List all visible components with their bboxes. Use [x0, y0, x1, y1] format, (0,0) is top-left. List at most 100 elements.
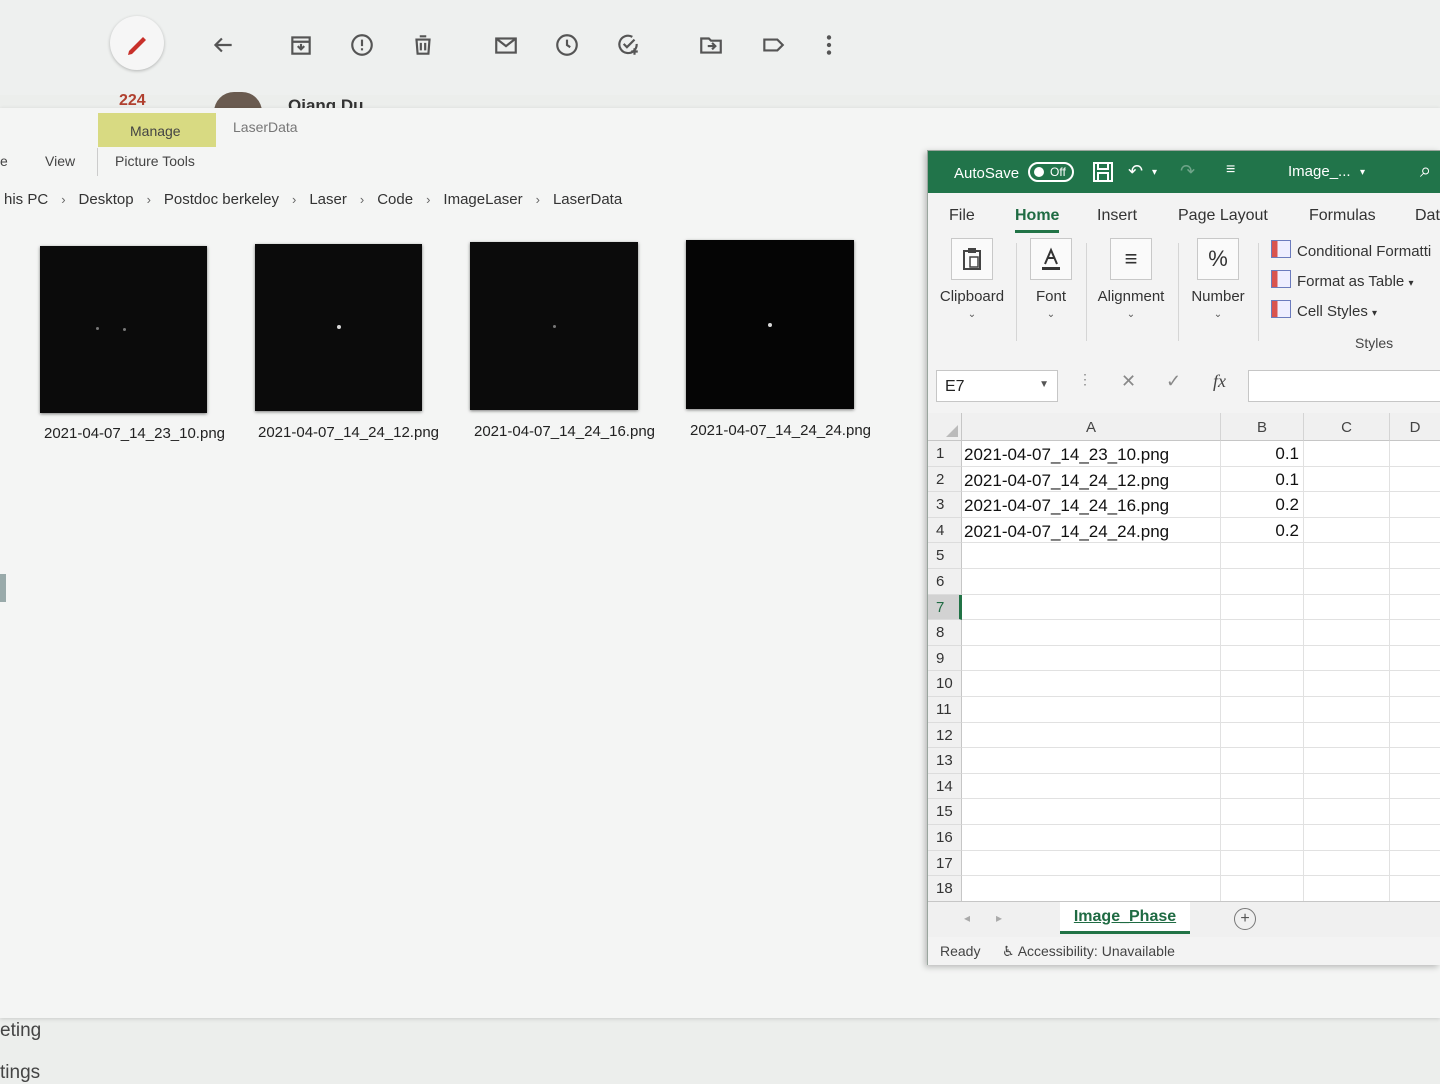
row-header[interactable]: 2: [928, 466, 962, 493]
cell-b[interactable]: [1221, 645, 1304, 672]
cell-d[interactable]: [1390, 825, 1440, 851]
file-name[interactable]: 2021-04-07_14_24_12.png: [258, 424, 439, 441]
label-icon[interactable]: [758, 30, 788, 60]
cell-c[interactable]: [1304, 799, 1390, 825]
cell-a[interactable]: [962, 722, 1221, 749]
cell-a[interactable]: 2021-04-07_14_24_24.png: [962, 517, 1221, 544]
row-header[interactable]: 8: [928, 620, 962, 646]
cell-c[interactable]: [1304, 594, 1390, 621]
archive-icon[interactable]: [286, 30, 316, 60]
clipboard-group[interactable]: Clipboard ⌄: [937, 238, 1007, 320]
formula-input[interactable]: [1248, 370, 1440, 402]
snooze-clock-icon[interactable]: [552, 30, 582, 60]
tab-insert[interactable]: Insert: [1097, 207, 1137, 225]
row-header[interactable]: 7: [928, 594, 962, 621]
cell-a[interactable]: [962, 850, 1221, 877]
cell-a[interactable]: [962, 773, 1221, 800]
cell-b[interactable]: [1221, 748, 1304, 774]
row-header[interactable]: 17: [928, 850, 962, 877]
move-to-folder-icon[interactable]: [696, 30, 726, 60]
cell-a[interactable]: [962, 569, 1221, 595]
save-icon[interactable]: [1092, 161, 1114, 188]
file-name[interactable]: 2021-04-07_14_23_10.png: [44, 425, 225, 442]
cell-a[interactable]: [962, 825, 1221, 851]
cell-d[interactable]: [1390, 441, 1440, 467]
row-header[interactable]: 5: [928, 543, 962, 569]
cell-d[interactable]: [1390, 876, 1440, 901]
image-thumbnail[interactable]: [40, 246, 207, 413]
cell-b[interactable]: [1221, 876, 1304, 901]
row-header[interactable]: 4: [928, 517, 962, 544]
conditional-formatting-button[interactable]: Conditional Formatti: [1271, 240, 1431, 260]
autosave-toggle[interactable]: Off: [1028, 162, 1074, 182]
cell-d[interactable]: [1390, 697, 1440, 723]
breadcrumb-this-pc[interactable]: his PC: [0, 191, 52, 208]
cell-d[interactable]: [1390, 518, 1440, 544]
cell-a[interactable]: [962, 645, 1221, 672]
cell-c[interactable]: [1304, 748, 1390, 774]
breadcrumb-laserdata[interactable]: LaserData: [549, 191, 626, 208]
cell-d[interactable]: [1390, 851, 1440, 877]
cancel-icon[interactable]: ✕: [1121, 371, 1136, 392]
add-task-icon[interactable]: [613, 30, 643, 60]
accessibility-status[interactable]: ♿︎ Accessibility: Unavailable: [1002, 943, 1175, 960]
cell-b[interactable]: 0.1: [1221, 466, 1304, 493]
cell-b[interactable]: 0.2: [1221, 517, 1304, 544]
cell-d[interactable]: [1390, 646, 1440, 672]
image-thumbnail[interactable]: [470, 242, 638, 410]
enter-check-icon[interactable]: ✓: [1166, 371, 1181, 392]
cell-a[interactable]: [962, 594, 1221, 621]
cell-d[interactable]: [1390, 543, 1440, 569]
cell-c[interactable]: [1304, 569, 1390, 595]
chevron-right-icon[interactable]: ›: [417, 192, 439, 207]
row-header[interactable]: 10: [928, 671, 962, 697]
cell-b[interactable]: [1221, 671, 1304, 697]
tab-view[interactable]: View: [45, 153, 75, 169]
font-group[interactable]: Font ⌄: [1028, 238, 1074, 320]
cell-c[interactable]: [1304, 645, 1390, 672]
row-header[interactable]: 12: [928, 722, 962, 749]
breadcrumb-postdoc[interactable]: Postdoc berkeley: [160, 191, 283, 208]
cell-d[interactable]: [1390, 671, 1440, 697]
cell-a[interactable]: [962, 671, 1221, 697]
column-header-c[interactable]: C: [1304, 413, 1390, 441]
row-header[interactable]: 15: [928, 799, 962, 825]
mail-sidebar-item[interactable]: eting: [0, 1020, 41, 1042]
row-header[interactable]: 16: [928, 825, 962, 851]
cell-d[interactable]: [1390, 748, 1440, 774]
insert-function-icon[interactable]: fx: [1213, 371, 1226, 392]
cell-c[interactable]: [1304, 620, 1390, 646]
cell-c[interactable]: [1304, 825, 1390, 851]
alignment-group[interactable]: ≡ Alignment ⌄: [1093, 238, 1169, 320]
cell-c[interactable]: [1304, 517, 1390, 544]
mark-unread-icon[interactable]: [491, 30, 521, 60]
cell-a[interactable]: 2021-04-07_14_24_12.png: [962, 466, 1221, 493]
cell-d[interactable]: [1390, 620, 1440, 646]
chevron-down-icon[interactable]: ▼: [1039, 379, 1049, 390]
cell-b[interactable]: [1221, 799, 1304, 825]
breadcrumb-desktop[interactable]: Desktop: [75, 191, 138, 208]
format-as-table-button[interactable]: Format as Table ▾: [1271, 270, 1413, 290]
cell-b[interactable]: [1221, 825, 1304, 851]
report-spam-icon[interactable]: [347, 30, 377, 60]
cell-a[interactable]: [962, 543, 1221, 569]
cell-c[interactable]: [1304, 850, 1390, 877]
image-thumbnail[interactable]: [255, 244, 422, 411]
delete-icon[interactable]: [408, 30, 438, 60]
row-header[interactable]: 1: [928, 441, 962, 467]
row-header[interactable]: 11: [928, 697, 962, 723]
tab-file[interactable]: File: [949, 207, 975, 225]
image-thumbnail[interactable]: [686, 240, 854, 409]
breadcrumb-laser[interactable]: Laser: [305, 191, 351, 208]
number-group[interactable]: % Number ⌄: [1187, 238, 1249, 320]
cell-b[interactable]: [1221, 620, 1304, 646]
column-header-a[interactable]: A: [962, 413, 1221, 441]
breadcrumb-imagelaser[interactable]: ImageLaser: [439, 191, 526, 208]
name-box[interactable]: E7 ▼: [936, 370, 1058, 402]
redo-icon[interactable]: ↷: [1180, 161, 1195, 182]
column-header-d[interactable]: D: [1390, 413, 1440, 441]
mail-sidebar-item[interactable]: tings: [0, 1062, 40, 1084]
cell-b[interactable]: [1221, 722, 1304, 749]
chevron-right-icon[interactable]: ›: [52, 192, 74, 207]
cell-a[interactable]: 2021-04-07_14_24_16.png: [962, 492, 1221, 518]
